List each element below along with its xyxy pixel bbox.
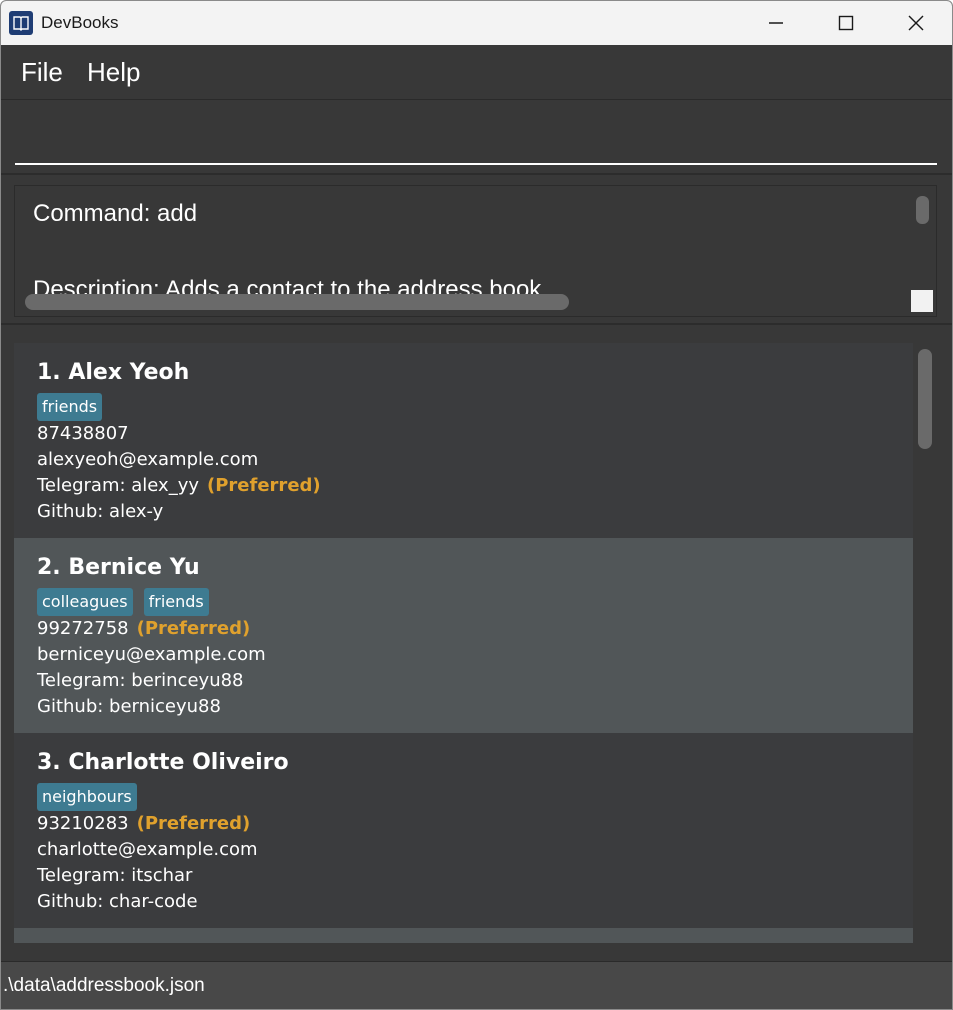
person-telegram: Telegram: alex_yy (Preferred) <box>37 475 321 496</box>
book-icon <box>9 11 33 35</box>
save-location: .\data\addressbook.json <box>3 975 205 996</box>
person-email: charlotte@example.com <box>37 839 258 860</box>
person-list[interactable]: 1. Alex Yeoh friends 87438807 alexyeoh@e… <box>14 343 913 943</box>
person-phone: 99272758 (Preferred) <box>37 618 251 639</box>
person-card[interactable]: 3. Charlotte Oliveiro neighbours 9321028… <box>14 733 913 928</box>
tag: colleagues <box>37 588 133 616</box>
person-card[interactable]: 1. Alex Yeoh friends 87438807 alexyeoh@e… <box>14 343 913 538</box>
preferred-label: (Preferred) <box>136 618 251 639</box>
list-vertical-scrollbar[interactable] <box>918 349 932 449</box>
person-name: 1. Alex Yeoh <box>37 360 190 385</box>
result-command-text: Command: add <box>33 200 198 227</box>
window-title: DevBooks <box>41 13 119 32</box>
result-display[interactable]: Command: add Description: Adds a contact… <box>14 185 937 317</box>
person-phone: 87438807 <box>37 423 129 444</box>
minimize-icon <box>769 22 783 24</box>
horizontal-scrollbar[interactable] <box>25 294 569 310</box>
person-telegram: Telegram: berinceyu88 <box>37 670 244 691</box>
menu-help[interactable]: Help <box>87 57 140 88</box>
person-card-partial[interactable] <box>14 928 913 943</box>
tag: neighbours <box>37 783 137 811</box>
result-display-panel: Command: add Description: Adds a contact… <box>1 177 952 325</box>
command-box <box>1 101 952 175</box>
person-name: 2. Bernice Yu <box>37 555 200 580</box>
person-list-panel: 1. Alex Yeoh friends 87438807 alexyeoh@e… <box>1 327 952 961</box>
tag-list: friends <box>37 393 103 421</box>
tag: friends <box>143 588 209 616</box>
person-github: Github: alex-y <box>37 501 164 522</box>
vertical-scrollbar[interactable] <box>916 196 929 224</box>
app-window: DevBooks File Help Command: add Descript… <box>0 0 953 1010</box>
preferred-label: (Preferred) <box>136 813 251 834</box>
maximize-icon <box>838 15 854 31</box>
person-github: Github: berniceyu88 <box>37 696 221 717</box>
preferred-label: (Preferred) <box>207 475 321 496</box>
person-name: 3. Charlotte Oliveiro <box>37 750 289 775</box>
person-email: alexyeoh@example.com <box>37 449 259 470</box>
title-bar[interactable]: DevBooks <box>1 1 952 45</box>
person-github: Github: char-code <box>37 891 198 912</box>
close-icon <box>908 15 924 31</box>
tag: friends <box>37 393 103 421</box>
maximize-button[interactable] <box>811 1 881 45</box>
tag-list: colleagues friends <box>37 588 209 616</box>
minimize-button[interactable] <box>741 1 811 45</box>
scroll-corner <box>911 290 933 312</box>
command-input[interactable] <box>15 115 937 165</box>
status-bar: .\data\addressbook.json <box>1 961 952 1009</box>
person-phone: 93210283 (Preferred) <box>37 813 251 834</box>
person-email: berniceyu@example.com <box>37 644 266 665</box>
close-button[interactable] <box>881 1 951 45</box>
menu-bar: File Help <box>1 45 952 100</box>
menu-file[interactable]: File <box>21 57 63 88</box>
person-card[interactable]: 2. Bernice Yu colleagues friends 9927275… <box>14 538 913 733</box>
tag-list: neighbours <box>37 783 137 811</box>
person-telegram: Telegram: itschar <box>37 865 193 886</box>
